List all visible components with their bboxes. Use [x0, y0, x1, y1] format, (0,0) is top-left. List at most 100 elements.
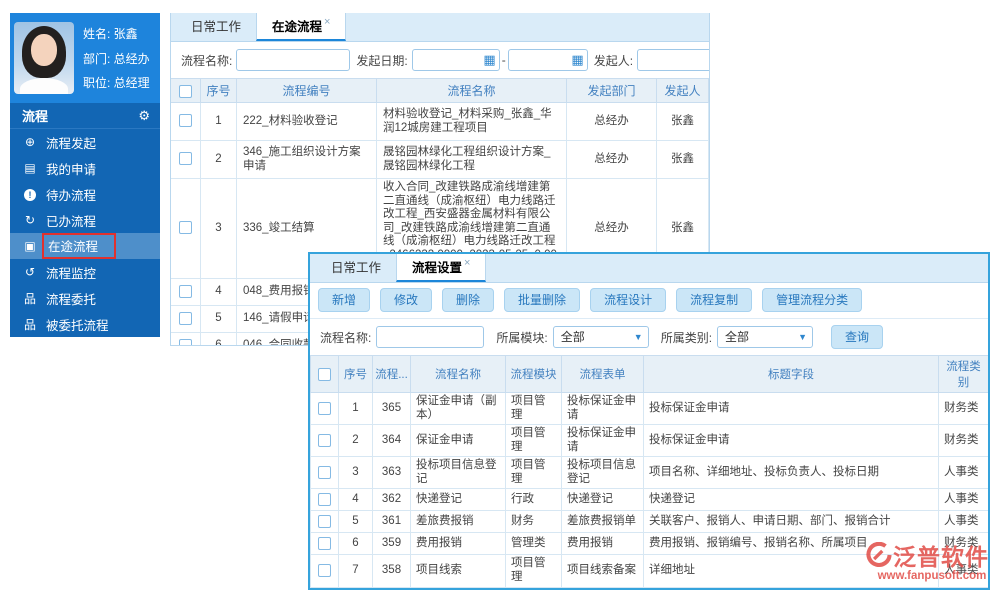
sidebar: 姓名: 张鑫 部门: 总经办 职位: 总经理 流程 ⚙ ⊕ 流程发起 ▤ 我的申…	[10, 13, 160, 337]
col-category: 流程类别	[938, 355, 988, 393]
row-checkbox[interactable]	[179, 284, 192, 298]
row-checkbox[interactable]	[318, 433, 331, 447]
table-row[interactable]: 4 362 快递登记 行政 快递登记 快递登记 人事类	[310, 488, 988, 512]
row-checkbox[interactable]	[179, 311, 192, 325]
select-all-cell	[171, 78, 201, 103]
select-all-checkbox[interactable]	[318, 367, 331, 381]
row-checkbox[interactable]	[179, 221, 192, 235]
sidebar-item-label: 我的申请	[46, 162, 97, 177]
select-all-cell	[310, 355, 339, 393]
exclamation-icon: !	[22, 187, 38, 201]
sidebar-item-label: 流程监控	[46, 266, 97, 281]
batch-delete-button[interactable]: 批量删除	[504, 288, 581, 312]
sidebar-item-label: 流程发起	[46, 136, 97, 151]
calendar-icon[interactable]: ▦	[571, 52, 583, 68]
col-form: 流程表单	[561, 355, 644, 393]
sidebar-item-my-applications[interactable]: ▤ 我的申请	[10, 155, 160, 181]
add-button[interactable]: 新增	[318, 288, 371, 312]
start-date-from: ▦	[411, 49, 500, 71]
category-select[interactable]: 全部 ▼	[717, 326, 814, 348]
module-label: 所属模块:	[496, 330, 548, 345]
start-date-to: ▦	[507, 49, 588, 71]
sidebar-item-completed-processes[interactable]: ↻ 已办流程	[10, 207, 160, 233]
initiator-label: 发起人:	[593, 53, 634, 68]
row-checkbox[interactable]	[179, 152, 192, 166]
calendar-icon[interactable]: ▦	[483, 52, 495, 68]
sidebar-item-in-transit-processes[interactable]: ▣ 在途流程	[10, 233, 160, 259]
row-checkbox[interactable]	[318, 563, 331, 577]
table-row[interactable]: 5 361 差旅费报销 财务 差旅费报销单 关联客户、报销人、申请日期、部门、报…	[310, 510, 988, 534]
col-module: 流程模块	[505, 355, 562, 393]
tab-daily-work[interactable]: 日常工作	[176, 13, 256, 41]
app-canvas: 姓名: 张鑫 部门: 总经办 职位: 总经理 流程 ⚙ ⊕ 流程发起 ▤ 我的申…	[0, 0, 1000, 600]
sidebar-menu: ⊕ 流程发起 ▤ 我的申请 ! 待办流程 ↻ 已办流程 ▣ 在途流程 ↺ 流程监…	[10, 129, 160, 337]
profile-name: 姓名: 张鑫	[83, 27, 138, 41]
sidebar-item-label: 流程委托	[46, 292, 97, 307]
avatar-shirt	[20, 78, 68, 94]
tab-process-settings[interactable]: 流程设置 ×	[396, 254, 487, 282]
process-name-label: 流程名称:	[181, 53, 233, 68]
table-row[interactable]: 2 364 保证金申请 项目管理 投标保证金申请 投标保证金申请 财务类	[310, 424, 988, 458]
close-icon[interactable]: ×	[464, 257, 470, 269]
profile-department: 部门: 总经办	[83, 51, 150, 66]
search-button[interactable]: 查询	[831, 325, 884, 349]
user-profile: 姓名: 张鑫 部门: 总经办 职位: 总经理	[10, 13, 160, 103]
sidebar-item-process-initiate[interactable]: ⊕ 流程发起	[10, 129, 160, 155]
sidebar-item-pending-processes[interactable]: ! 待办流程	[10, 181, 160, 207]
row-checkbox[interactable]	[318, 514, 331, 528]
sidebar-item-label: 待办流程	[46, 188, 97, 203]
process-settings-panel: 日常工作 流程设置 × 新增 修改 删除 批量删除 流程设计 流程复制 管理流程分…	[308, 252, 990, 590]
col-no: 序号	[338, 355, 373, 393]
sidebar-item-process-monitoring[interactable]: ↺ 流程监控	[10, 259, 160, 285]
row-checkbox[interactable]	[179, 338, 192, 345]
col-name: 流程名称	[376, 78, 567, 103]
sidebar-item-delegated-processes[interactable]: 品 被委托流程	[10, 311, 160, 337]
chevron-down-icon: ▼	[798, 332, 808, 342]
table-row[interactable]: 2 346_施工组织设计方案申请 晟铭园林绿化工程组织设计方案_晟铭园林绿化工程…	[171, 140, 709, 179]
sidebar-item-process-delegation[interactable]: 品 流程委托	[10, 285, 160, 311]
initiator-input[interactable]	[637, 49, 709, 71]
avatar-face	[31, 34, 57, 66]
col-no: 序号	[200, 78, 237, 103]
delete-button[interactable]: 删除	[442, 288, 495, 312]
col-person: 发起人	[656, 78, 709, 103]
row-checkbox[interactable]	[318, 492, 331, 506]
row-checkbox[interactable]	[318, 536, 331, 550]
profile-position: 职位: 总经理	[83, 76, 150, 90]
process-settings-table: 序号 流程... 流程名称 流程模块 流程表单 标题字段 流程类别 1 365 …	[310, 355, 988, 588]
tab-in-transit[interactable]: 在途流程 ×	[256, 13, 347, 41]
process-name-input[interactable]	[376, 326, 485, 348]
sitemap-icon: 品	[23, 317, 36, 332]
edit-button[interactable]: 修改	[380, 288, 433, 312]
manage-process-category-button[interactable]: 管理流程分类	[762, 288, 863, 312]
table-row[interactable]: 3 363 投标项目信息登记 项目管理 投标项目信息登记 项目名称、详细地址、投…	[310, 456, 988, 490]
sidebar-item-label: 已办流程	[46, 214, 97, 229]
process-name-label: 流程名称:	[320, 330, 372, 345]
process-copy-button[interactable]: 流程复制	[676, 288, 753, 312]
row-checkbox[interactable]	[179, 114, 192, 128]
process-design-button[interactable]: 流程设计	[590, 288, 667, 312]
selected-item-highlight: 在途流程	[42, 233, 117, 259]
table-header-row: 序号 流程... 流程名称 流程模块 流程表单 标题字段 流程类别	[310, 355, 988, 393]
table-row[interactable]: 6 359 费用报销 管理类 费用报销 费用报销、报销编号、报销名称、所属项目 …	[310, 532, 988, 556]
sync-icon: ↺	[24, 265, 36, 279]
col-name: 流程名称	[410, 355, 506, 393]
tab-daily-work[interactable]: 日常工作	[316, 254, 396, 282]
gear-icon[interactable]: ⚙	[138, 108, 150, 124]
date-separator: -	[501, 53, 506, 67]
module-select[interactable]: 全部 ▼	[552, 326, 649, 348]
table-row[interactable]: 1 222_材料验收登记 材料验收登记_材料采购_张鑫_华润12城房建工程项目 …	[171, 102, 709, 141]
table-row[interactable]: 7 358 项目线索 项目管理 项目线索备案 详细地址 人事类	[310, 554, 988, 588]
row-checkbox[interactable]	[318, 465, 331, 479]
col-code: 流程编号	[236, 78, 377, 103]
profile-info: 姓名: 张鑫 部门: 总经办 职位: 总经理	[83, 25, 150, 91]
select-all-checkbox[interactable]	[179, 84, 192, 98]
table-row[interactable]: 1 365 保证金申请（副本） 项目管理 投标保证金申请 投标保证金申请 财务类	[310, 391, 988, 426]
process-name-input[interactable]	[236, 49, 351, 71]
panel1-tabbar: 日常工作 在途流程 ×	[171, 13, 709, 42]
table-row[interactable]: 8 357 测试费用报销 财务 费用报销 费用报销、报销编号、报销名称、本次报销…	[310, 586, 988, 588]
col-code: 流程...	[372, 355, 411, 393]
row-checkbox[interactable]	[318, 401, 331, 415]
id-card-icon: ▤	[24, 161, 36, 175]
close-icon[interactable]: ×	[324, 16, 330, 28]
